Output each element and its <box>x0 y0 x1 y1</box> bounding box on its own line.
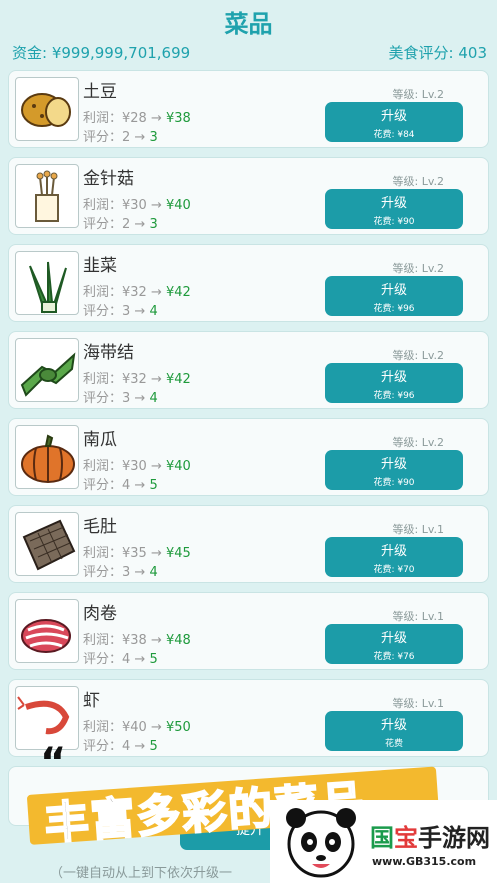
page-title: 菜品 <box>224 10 273 38</box>
upgrade-button[interactable]: 升级 花费: ¥96 <box>325 363 463 403</box>
chives-icon <box>15 251 79 315</box>
meat-roll-icon <box>15 599 79 663</box>
dish-level: 等级: Lv.2 <box>392 262 444 275</box>
dish-profit: 利润：¥32 → ¥42 <box>83 285 191 300</box>
dish-card: 毛肚 利润：¥35 → ¥45 评分：3 → 4 等级: Lv.1 升级 花费: … <box>8 505 489 583</box>
potato-icon <box>15 77 79 141</box>
dish-profit: 利润：¥40 → ¥50 <box>83 720 191 735</box>
upgrade-button[interactable]: 升级 花费: ¥96 <box>325 276 463 316</box>
dish-score: 评分：2 → 3 <box>83 217 158 232</box>
upgrade-button[interactable]: 升级 花费: ¥84 <box>325 102 463 142</box>
dish-level: 等级: Lv.1 <box>392 523 444 536</box>
upgrade-button[interactable]: 升级 花费: ¥90 <box>325 450 463 490</box>
funds-label: 资金: ¥999,999,701,699 <box>12 44 191 62</box>
dish-card: 韭菜 利润：¥32 → ¥42 评分：3 → 4 等级: Lv.2 升级 花费: … <box>8 244 489 322</box>
dish-level: 等级: Lv.2 <box>392 349 444 362</box>
dish-level: 等级: Lv.1 <box>392 697 444 710</box>
food-score-label: 美食评分: 403 <box>388 44 487 62</box>
dish-profit: 利润：¥28 → ¥38 <box>83 111 191 126</box>
dish-score: 评分：3 → 4 <box>83 565 158 580</box>
dish-profit: 利润：¥30 → ¥40 <box>83 198 191 213</box>
auto-upgrade-hint: （一键自动从上到下依次升级一 <box>50 866 233 881</box>
dish-name: 土豆 <box>83 82 117 102</box>
upgrade-button[interactable]: 升级 花费: ¥76 <box>325 624 463 664</box>
pumpkin-icon <box>15 425 79 489</box>
dish-score: 评分：4 → 5 <box>83 652 158 667</box>
watermark-name: 国宝手游网 <box>370 824 490 852</box>
dish-name: 毛肚 <box>83 517 117 537</box>
dish-profit: 利润：¥35 → ¥45 <box>83 546 191 561</box>
dish-score: 评分：2 → 3 <box>83 130 158 145</box>
dish-name: 韭菜 <box>83 256 117 276</box>
panda-icon <box>286 808 356 878</box>
dish-card: 土豆 利润：¥28 → ¥38 评分：2 → 3 等级: Lv.2 升级 花费: … <box>8 70 489 148</box>
dish-score: 评分：4 → 5 <box>83 478 158 493</box>
dish-score: 评分：3 → 4 <box>83 391 158 406</box>
dish-name: 肉卷 <box>83 604 117 624</box>
dish-score: 评分：4 → 5 <box>83 739 158 754</box>
dish-level: 等级: Lv.2 <box>392 175 444 188</box>
dish-name: 虾 <box>83 691 100 711</box>
banner-quote-mark: “ <box>40 740 67 786</box>
dish-profit: 利润：¥32 → ¥42 <box>83 372 191 387</box>
dish-card: 虾 利润：¥40 → ¥50 评分：4 → 5 等级: Lv.1 升级 花费 <box>8 679 489 757</box>
dish-level: 等级: Lv.1 <box>392 610 444 623</box>
dish-card: 海带结 利润：¥32 → ¥42 评分：3 → 4 等级: Lv.2 升级 花费:… <box>8 331 489 409</box>
dish-level: 等级: Lv.2 <box>392 88 444 101</box>
dish-card: 金针菇 利润：¥30 → ¥40 评分：2 → 3 等级: Lv.2 升级 花费:… <box>8 157 489 235</box>
dish-card: 南瓜 利润：¥30 → ¥40 评分：4 → 5 等级: Lv.2 升级 花费: … <box>8 418 489 496</box>
upgrade-button[interactable]: 升级 花费 <box>325 711 463 751</box>
upgrade-button[interactable]: 升级 花费: ¥70 <box>325 537 463 577</box>
watermark-url: www.GB315.com <box>372 855 477 868</box>
watermark-logo: 国宝手游网 www.GB315.com <box>270 800 497 883</box>
mushroom-icon <box>15 164 79 228</box>
dish-level: 等级: Lv.2 <box>392 436 444 449</box>
dish-name: 南瓜 <box>83 430 117 450</box>
dish-card: 肉卷 利润：¥38 → ¥48 评分：4 → 5 等级: Lv.1 升级 花费: … <box>8 592 489 670</box>
seaweed-knot-icon <box>15 338 79 402</box>
dish-name: 海带结 <box>83 343 134 363</box>
dish-profit: 利润：¥30 → ¥40 <box>83 459 191 474</box>
upgrade-button[interactable]: 升级 花费: ¥90 <box>325 189 463 229</box>
dish-name: 金针菇 <box>83 169 134 189</box>
dish-profit: 利润：¥38 → ¥48 <box>83 633 191 648</box>
tripe-icon <box>15 512 79 576</box>
dish-score: 评分：3 → 4 <box>83 304 158 319</box>
